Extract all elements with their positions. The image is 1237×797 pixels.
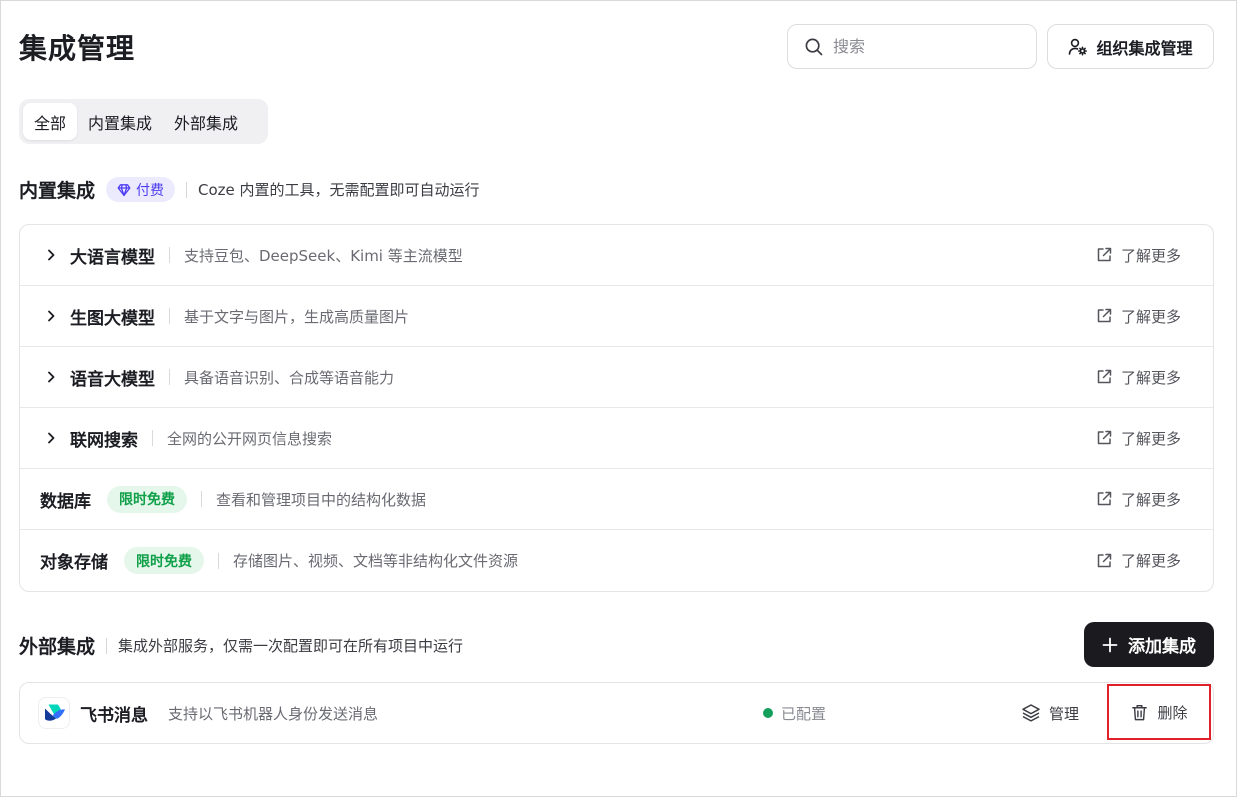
status-label: 已配置 [781, 704, 827, 723]
page-title: 集成管理 [19, 32, 136, 65]
list-item: 对象存储 限时免费 存储图片、视频、文档等非结构化文件资源 了解更多 [20, 530, 1213, 591]
integration-description: 存储图片、视频、文档等非结构化文件资源 [233, 552, 519, 570]
learn-more-label: 了解更多 [1120, 429, 1181, 448]
chevron-right-icon[interactable] [44, 309, 58, 323]
org-integration-button[interactable]: 组织集成管理 [1047, 24, 1214, 69]
paid-badge-label: 付费 [136, 182, 165, 199]
external-link-icon [1097, 430, 1112, 445]
delete-button[interactable]: 删除 [1107, 684, 1211, 740]
external-link-icon [1097, 308, 1112, 323]
external-link-icon [1097, 247, 1112, 262]
integration-name: 对象存储 [40, 553, 108, 573]
free-badge: 限时免费 [124, 547, 204, 574]
builtin-section-header: 内置集成 付费 Coze 内置的工具，无需配置即可自动运行 [19, 176, 480, 203]
integration-description: 基于文字与图片，生成高质量图片 [184, 307, 410, 326]
tab-external[interactable]: 外部集成 [163, 103, 249, 140]
status-dot [763, 708, 773, 718]
learn-more-label: 了解更多 [1120, 368, 1181, 387]
builtin-section-title: 内置集成 [19, 180, 96, 202]
learn-more-link[interactable]: 了解更多 [1095, 469, 1181, 529]
diamond-icon [117, 183, 131, 196]
learn-more-link[interactable]: 了解更多 [1095, 347, 1181, 407]
integration-name: 联网搜索 [70, 430, 138, 451]
plus-icon [1102, 637, 1118, 652]
learn-more-link[interactable]: 了解更多 [1095, 408, 1181, 468]
user-gear-icon [1069, 38, 1088, 55]
list-item[interactable]: 大语言模型 支持豆包、DeepSeek、Kimi 等主流模型 了解更多 [20, 225, 1213, 286]
integration-description: 具备语音识别、合成等语音能力 [184, 368, 395, 387]
external-section-description: 集成外部服务，仅需一次配置即可在所有项目中运行 [118, 637, 464, 655]
integration-name: 大语言模型 [70, 247, 155, 268]
search-box[interactable] [787, 24, 1037, 69]
list-item[interactable]: 联网搜索 全网的公开网页信息搜索 了解更多 [20, 408, 1213, 469]
builtin-section-description: Coze 内置的工具，无需配置即可自动运行 [198, 181, 480, 199]
list-item: 数据库 限时免费 查看和管理项目中的结构化数据 了解更多 [20, 469, 1213, 530]
learn-more-link[interactable]: 了解更多 [1095, 286, 1181, 346]
integration-name: 语音大模型 [70, 369, 155, 390]
divider [201, 491, 202, 507]
trash-icon [1132, 704, 1148, 720]
paid-badge: 付费 [106, 177, 176, 202]
learn-more-label: 了解更多 [1120, 246, 1181, 265]
manage-button[interactable]: 管理 [1021, 683, 1079, 743]
add-integration-label: 添加集成 [1128, 637, 1196, 657]
chevron-right-icon[interactable] [44, 431, 58, 445]
divider [186, 181, 188, 198]
divider [169, 247, 170, 263]
learn-more-label: 了解更多 [1120, 307, 1181, 326]
list-item[interactable]: 生图大模型 基于文字与图片，生成高质量图片 了解更多 [20, 286, 1213, 347]
divider [169, 369, 170, 385]
external-link-icon [1097, 553, 1112, 567]
filter-tabs: 全部 内置集成 外部集成 [19, 99, 268, 144]
learn-more-link[interactable]: 了解更多 [1095, 225, 1181, 285]
tab-builtin[interactable]: 内置集成 [77, 103, 163, 140]
status-badge: 已配置 [763, 683, 826, 743]
external-section-header: 外部集成 集成外部服务，仅需一次配置即可在所有项目中运行 [19, 632, 463, 659]
add-integration-button[interactable]: 添加集成 [1084, 622, 1214, 667]
chevron-right-icon[interactable] [44, 370, 58, 384]
feishu-logo-icon [39, 698, 69, 728]
external-integration-list: 飞书消息 支持以飞书机器人身份发送消息 已配置 管理 删除 [19, 682, 1214, 744]
delete-label: 删除 [1157, 703, 1188, 722]
tab-all[interactable]: 全部 [23, 103, 78, 140]
divider [106, 637, 108, 654]
learn-more-link[interactable]: 了解更多 [1095, 530, 1181, 591]
layers-icon [1022, 704, 1040, 722]
learn-more-label: 了解更多 [1120, 552, 1181, 570]
integration-description: 查看和管理项目中的结构化数据 [216, 490, 427, 509]
divider [218, 552, 219, 569]
integration-name: 生图大模型 [70, 308, 155, 329]
external-section-title: 外部集成 [19, 636, 96, 658]
external-link-icon [1097, 369, 1112, 384]
list-item: 飞书消息 支持以飞书机器人身份发送消息 已配置 管理 删除 [20, 683, 1213, 743]
chevron-right-icon[interactable] [44, 248, 58, 262]
org-integration-label: 组织集成管理 [1096, 38, 1193, 58]
integration-name: 数据库 [40, 491, 91, 512]
integration-description: 支持以飞书机器人身份发送消息 [168, 704, 379, 723]
manage-label: 管理 [1049, 704, 1080, 723]
integration-description: 全网的公开网页信息搜索 [167, 429, 333, 448]
list-item[interactable]: 语音大模型 具备语音识别、合成等语音能力 了解更多 [20, 347, 1213, 408]
divider [152, 430, 153, 446]
integration-description: 支持豆包、DeepSeek、Kimi 等主流模型 [184, 246, 463, 265]
learn-more-label: 了解更多 [1120, 490, 1181, 509]
divider [169, 308, 170, 324]
builtin-integration-list: 大语言模型 支持豆包、DeepSeek、Kimi 等主流模型 了解更多 生图大模… [19, 224, 1214, 592]
integration-name: 飞书消息 [80, 705, 148, 726]
free-badge: 限时免费 [107, 485, 187, 513]
search-icon [805, 38, 823, 55]
page-frame: 集成管理 组织集成管理 全部 内置集成 外部集成 内置集成 付费 [0, 0, 1237, 797]
external-link-icon [1097, 491, 1112, 506]
search-input[interactable] [833, 37, 1023, 56]
